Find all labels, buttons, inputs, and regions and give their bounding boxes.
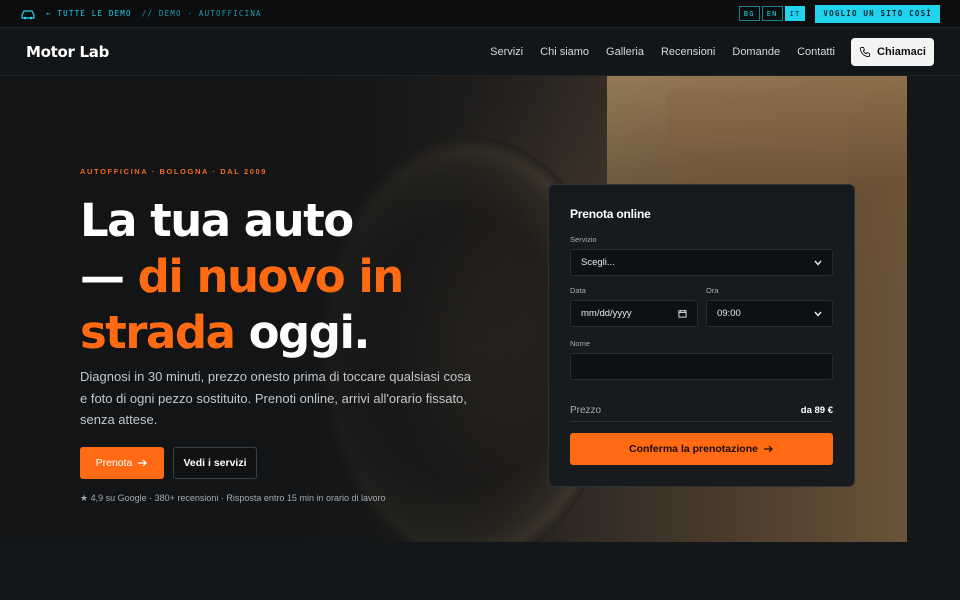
chevron-down-icon: [814, 311, 822, 317]
price-row: Prezzo da 89 €: [570, 400, 833, 422]
back-to-demos-link[interactable]: ← TUTTE LE DEMO: [46, 9, 132, 18]
time-select[interactable]: 09:00: [706, 300, 833, 327]
arrow-right-icon: [763, 445, 773, 453]
nav-link-domande[interactable]: Domande: [732, 46, 780, 58]
nav-link-servizi[interactable]: Servizi: [490, 46, 523, 58]
nav-link-galleria[interactable]: Galleria: [606, 46, 644, 58]
price-label: Prezzo: [570, 405, 602, 416]
nav-link-chi-siamo[interactable]: Chi siamo: [540, 46, 589, 58]
arrow-right-icon: [138, 459, 148, 467]
booking-title: Prenota online: [570, 207, 651, 221]
book-button[interactable]: Prenota: [80, 447, 164, 479]
hero-eyebrow: AUTOFFICINA · BOLOGNA · DAL 2009: [80, 167, 268, 176]
date-input-value: mm/dd/yyyy: [581, 308, 632, 319]
call-button[interactable]: Chiamaci: [851, 37, 934, 66]
phone-icon: [860, 46, 870, 57]
nav-link-recensioni[interactable]: Recensioni: [661, 46, 715, 58]
headline-accent-1: di nuovo in: [137, 250, 405, 303]
main-nav: Motor Lab Servizi Chi siamo Galleria Rec…: [0, 28, 960, 76]
headline-accent-2: strada: [80, 306, 236, 359]
rating-line: ★ 4,9 su Google · 380+ recensioni · Risp…: [80, 493, 386, 503]
lang-en[interactable]: EN: [761, 6, 783, 21]
calendar-icon[interactable]: [678, 309, 687, 318]
chevron-down-icon: [814, 260, 822, 266]
breadcrumb: // DEMO · AUTOFFICINA: [141, 9, 262, 18]
service-select-value: Scegli...: [581, 257, 615, 268]
car-icon[interactable]: [20, 8, 36, 20]
call-button-label: Chiamaci: [877, 45, 926, 58]
time-label: Ora: [706, 286, 719, 295]
date-input[interactable]: mm/dd/yyyy: [570, 300, 698, 327]
brand-logo[interactable]: Motor Lab: [26, 43, 109, 61]
time-select-value: 09:00: [717, 308, 741, 319]
headline-rest: oggi.: [234, 306, 371, 359]
confirm-booking-label: Conferma la prenotazione: [629, 443, 758, 455]
name-label: Nome: [570, 339, 591, 348]
confirm-booking-button[interactable]: Conferma la prenotazione: [570, 433, 833, 465]
service-select[interactable]: Scegli...: [570, 249, 833, 276]
language-switcher: BG EN IT: [737, 6, 806, 21]
book-button-label: Prenota: [95, 457, 133, 469]
want-site-button[interactable]: VOGLIO UN SITO COSÌ: [815, 4, 940, 23]
headline-dash: —: [80, 250, 138, 303]
booking-card: Prenota online Servizio Scegli... Data m…: [548, 184, 855, 487]
service-label: Servizio: [570, 235, 597, 244]
hero-headline: La tua auto — di nuovo in strada oggi.: [80, 193, 405, 361]
demo-topbar: ← TUTTE LE DEMO // DEMO · AUTOFFICINA BG…: [0, 0, 960, 28]
date-label: Data: [570, 286, 586, 295]
headline-line1: La tua auto: [80, 194, 354, 247]
view-services-button[interactable]: Vedi i servizi: [173, 447, 257, 479]
name-input[interactable]: [570, 353, 833, 380]
price-value: da 89 €: [800, 405, 833, 416]
hero-lead: Diagnosi in 30 minuti, prezzo onesto pri…: [80, 369, 471, 427]
nav-link-contatti[interactable]: Contatti: [797, 46, 835, 58]
lang-bg[interactable]: BG: [738, 6, 760, 21]
lang-it[interactable]: IT: [784, 6, 806, 21]
